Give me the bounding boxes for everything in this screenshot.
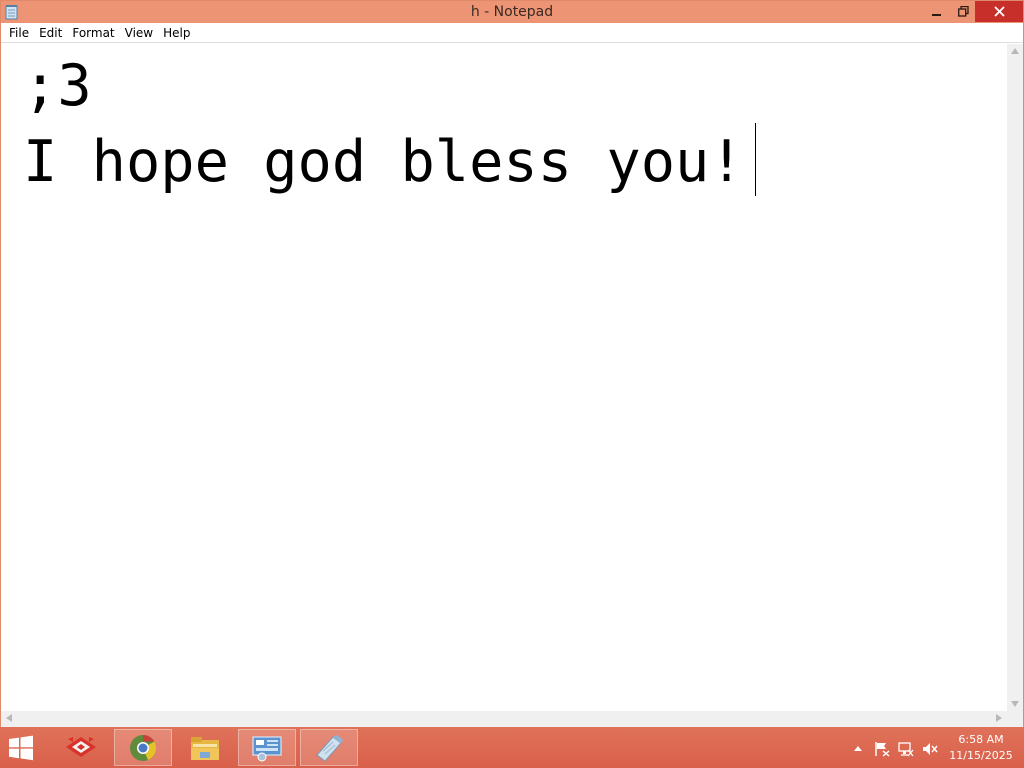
show-hidden-icons-icon	[854, 746, 862, 751]
control-panel-icon	[252, 735, 282, 761]
menu-format[interactable]: Format	[67, 23, 119, 43]
maximize-icon	[957, 6, 969, 17]
vertical-scrollbar[interactable]	[1007, 44, 1023, 711]
taskbar-notepad[interactable]	[300, 729, 358, 766]
notepad-window: h - Notepad File Edit Format View Help ;…	[0, 0, 1024, 727]
show-hidden-icons-button[interactable]	[850, 741, 866, 757]
taskbar-control-panel[interactable]	[238, 729, 296, 766]
action-center-flag-icon	[875, 742, 890, 757]
scrollbar-corner	[1007, 711, 1023, 727]
menu-bar: File Edit Format View Help	[1, 23, 1023, 43]
volume-muted-icon	[923, 743, 938, 755]
scroll-down-icon[interactable]	[1011, 701, 1019, 707]
taskbar-app-launcher[interactable]	[52, 729, 110, 766]
horizontal-scrollbar[interactable]	[1, 711, 1007, 727]
notepad-icon	[316, 734, 343, 762]
menu-file[interactable]: File	[4, 23, 34, 43]
minimize-icon	[932, 13, 941, 16]
volume-button[interactable]	[922, 741, 938, 757]
file-explorer-icon	[191, 736, 219, 760]
network-icon	[898, 742, 914, 757]
title-bar[interactable]: h - Notepad	[1, 1, 1023, 23]
network-button[interactable]	[898, 741, 914, 757]
menu-edit[interactable]: Edit	[34, 23, 67, 43]
close-button[interactable]	[975, 1, 1023, 22]
app-launcher-icon	[66, 736, 96, 757]
taskbar-file-explorer[interactable]	[176, 729, 234, 766]
start-button[interactable]	[6, 735, 40, 761]
taskbar: 6:58 AM 11/15/2025	[0, 727, 1024, 768]
text-line[interactable]: I hope god bless you!	[23, 126, 744, 198]
windows-logo-icon	[9, 735, 33, 761]
chrome-icon	[130, 734, 157, 761]
text-edit-area[interactable]: ;3 I hope god bless you!	[1, 44, 1007, 711]
menu-view[interactable]: View	[120, 23, 158, 43]
taskbar-chrome[interactable]	[114, 729, 172, 766]
close-icon	[993, 6, 1005, 17]
text-caret	[755, 123, 756, 196]
window-title: h - Notepad	[470, 4, 554, 20]
clock-date: 11/15/2025	[949, 749, 1013, 762]
clock-time: 6:58 AM	[958, 733, 1004, 746]
taskbar-clock[interactable]: 6:58 AM 11/15/2025	[946, 732, 1016, 764]
scroll-left-icon[interactable]	[6, 714, 12, 722]
action-center-button[interactable]	[874, 741, 890, 757]
menu-help[interactable]: Help	[158, 23, 195, 43]
text-line[interactable]: ;3	[23, 50, 92, 122]
scroll-up-icon[interactable]	[1011, 48, 1019, 54]
scroll-right-icon[interactable]	[996, 714, 1002, 722]
